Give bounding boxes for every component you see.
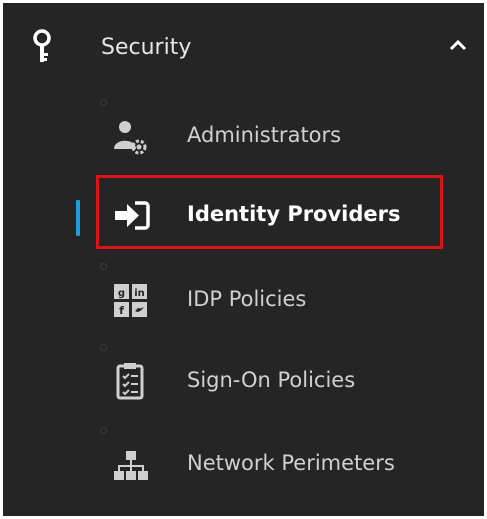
- tree-dot: [100, 427, 107, 434]
- sidebar-item-administrators[interactable]: Administrators: [3, 99, 484, 175]
- chevron-up-icon[interactable]: [449, 39, 467, 51]
- active-indicator: [76, 200, 80, 236]
- sidebar-item-label: IDP Policies: [187, 287, 307, 311]
- sidebar-item-label: Sign-On Policies: [187, 368, 356, 392]
- highlight-annotation: [96, 175, 443, 249]
- social-logins-icon: g in f: [114, 284, 147, 317]
- svg-text:f: f: [119, 304, 124, 317]
- svg-text:g: g: [118, 288, 125, 299]
- sidebar-item-network-perimeters[interactable]: Network Perimeters: [3, 427, 484, 503]
- sidebar-item-label: Network Perimeters: [187, 451, 395, 475]
- network-icon: [114, 451, 148, 480]
- section-header-security[interactable]: Security: [3, 3, 484, 91]
- sidebar-item-sign-on-policies[interactable]: Sign-On Policies: [3, 344, 484, 420]
- key-icon: [33, 29, 51, 62]
- checklist-icon: [116, 363, 144, 400]
- tree-dot: [100, 99, 107, 106]
- admin-gear-icon: [114, 121, 147, 155]
- section-title: Security: [101, 35, 192, 60]
- sidebar-nav: Security Administrators Identity Provide…: [3, 3, 484, 516]
- tree-dot: [100, 344, 107, 351]
- tree-dot: [100, 263, 107, 270]
- svg-text:in: in: [134, 288, 145, 299]
- sidebar-item-idp-policies[interactable]: g in f IDP Policies: [3, 263, 484, 339]
- sidebar-item-label: Administrators: [187, 123, 342, 147]
